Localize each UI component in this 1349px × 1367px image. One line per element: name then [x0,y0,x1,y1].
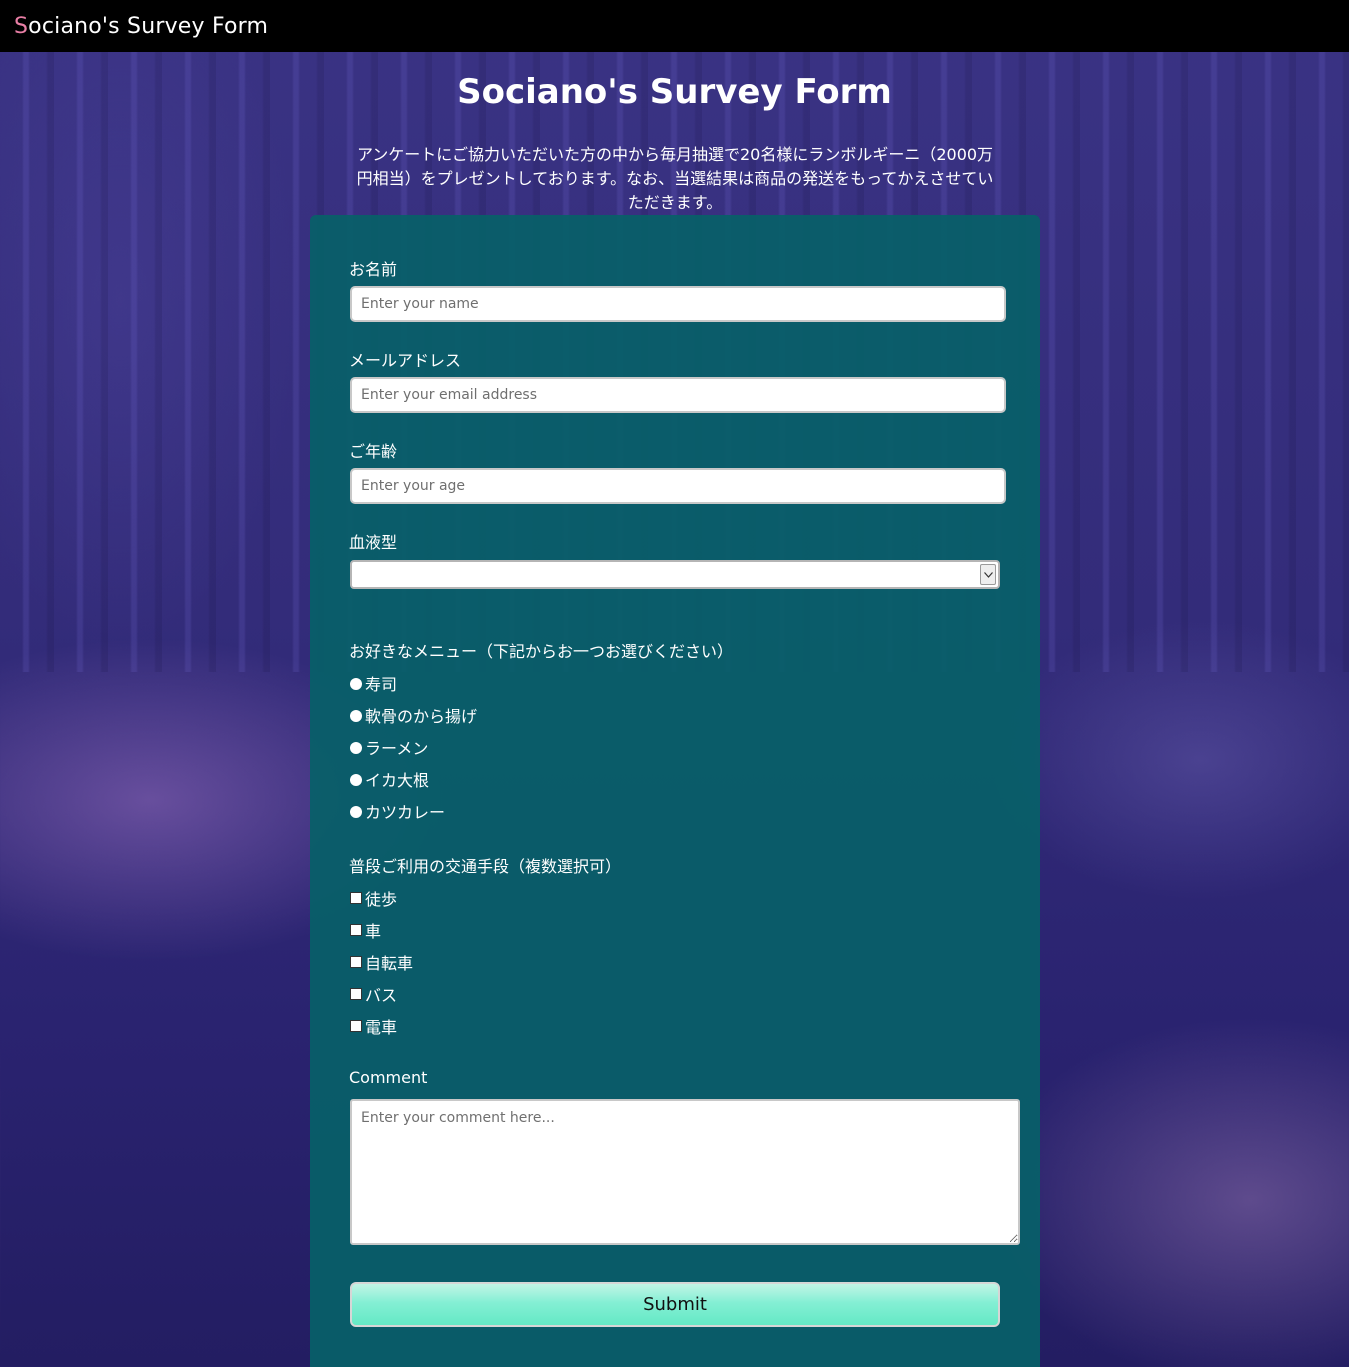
comment-label: Comment [349,1068,428,1087]
brand-name: ociano's Survey Form [28,13,269,39]
age-label: ご年齢 [349,442,398,461]
radio-option-ramen[interactable]: ラーメン [350,736,428,758]
checkbox-option-train[interactable]: 電車 [350,1015,397,1037]
chevron-down-icon[interactable] [980,564,996,585]
checkbox-label: 徒歩 [365,890,398,909]
brand-logo[interactable]: Sociano's Survey Form [14,14,268,39]
radio-option-ika-daikon[interactable]: イカ大根 [350,768,429,790]
radio-label: 寿司 [365,675,398,694]
checkbox[interactable] [350,956,362,968]
radio-option-sushi[interactable]: 寿司 [350,672,397,694]
brand-first-letter: S [14,13,29,39]
radio-button[interactable] [350,805,362,818]
email-input[interactable] [350,377,1006,413]
navbar: Sociano's Survey Form [0,0,1349,52]
checkbox[interactable] [350,1020,362,1032]
checkbox-option-car[interactable]: 車 [350,919,381,941]
submit-button[interactable]: Submit [350,1282,1000,1327]
blood-type-label: 血液型 [349,533,398,552]
checkbox-label: 自転車 [365,954,414,973]
comment-textarea[interactable] [350,1099,1020,1245]
radio-label: 軟骨のから揚げ [365,707,478,726]
checkbox-label: 電車 [365,1018,398,1037]
checkbox[interactable] [350,892,362,904]
email-label: メールアドレス [349,351,462,370]
radio-button[interactable] [350,709,362,722]
radio-button[interactable] [350,741,362,754]
checkbox[interactable] [350,924,362,936]
radio-button[interactable] [350,773,362,786]
checkbox-option-walk[interactable]: 徒歩 [350,887,397,909]
radio-label: イカ大根 [365,771,430,790]
checkbox-option-bus[interactable]: バス [350,983,397,1005]
radio-label: ラーメン [365,739,429,758]
radio-option-katsu-curry[interactable]: カツカレー [350,800,445,822]
page-description: アンケートにご協力いただいた方の中から毎月抽選で20名様にランボルギーニ（200… [356,145,994,212]
radio-option-karaage[interactable]: 軟骨のから揚げ [350,704,477,726]
checkbox-label: 車 [365,922,382,941]
checkbox-label: バス [365,986,398,1005]
checkbox[interactable] [350,988,362,1000]
page-title: Sociano's Survey Form [457,72,892,112]
transport-label: 普段ご利用の交通手段（複数選択可） [349,857,622,876]
menu-label: お好きなメニュー（下記からお一つお選びください） [349,642,734,661]
name-label: お名前 [349,260,398,279]
blood-type-select[interactable] [350,560,1000,589]
radio-label: カツカレー [365,803,446,822]
name-input[interactable] [350,286,1006,322]
checkbox-option-bicycle[interactable]: 自転車 [350,951,413,973]
radio-button[interactable] [350,677,362,690]
age-input[interactable] [350,468,1006,504]
